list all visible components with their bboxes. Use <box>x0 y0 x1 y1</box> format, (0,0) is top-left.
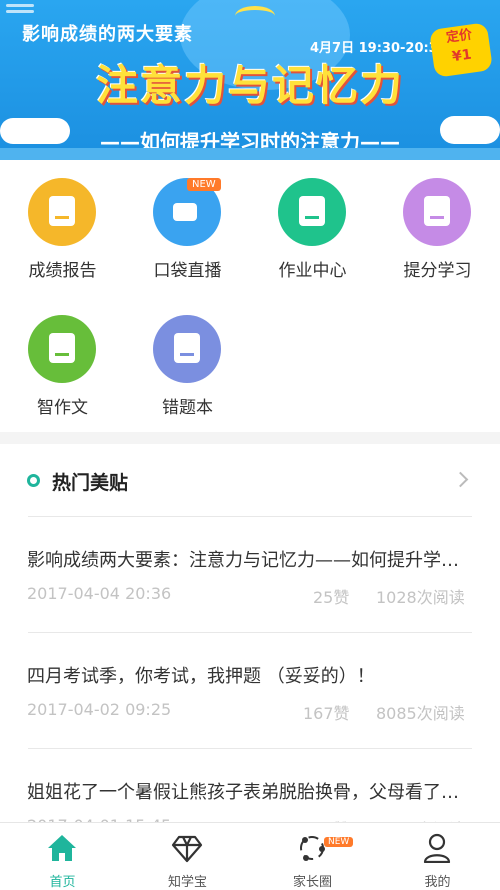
post-title: 四月考试季，你考试，我押题 （妥妥的）！ <box>27 666 375 687</box>
section-title: 热门美贴 <box>52 472 129 494</box>
grid-item-label: 口袋直播 <box>153 261 222 281</box>
section-dot-icon <box>27 474 40 487</box>
promo-banner[interactable]: 影响成绩的两大要素 4月7日 19:30-20:30 定价 ¥1 注意力与记忆力… <box>0 0 500 160</box>
chevron-right-icon[interactable] <box>452 471 469 488</box>
grid-item-label: 作业中心 <box>278 261 347 281</box>
tab-mine[interactable]: 我的 <box>375 823 500 890</box>
post-item[interactable]: 影响成绩两大要素：注意力与记忆力——如何提升学习时的注意力 2017-04-04… <box>0 516 500 632</box>
diamond-icon <box>171 835 203 863</box>
section-divider <box>0 432 500 444</box>
new-badge: NEW <box>324 837 354 847</box>
circle-dots-icon <box>300 836 325 861</box>
grid-item-live[interactable]: NEW 口袋直播 <box>125 160 250 290</box>
cloud-graphic <box>440 116 500 144</box>
post-title: 影响成绩两大要素：注意力与记忆力——如何提升学习时的注意力 <box>27 550 473 571</box>
tab-home[interactable]: 首页 <box>0 823 125 890</box>
grid-item-wrong-questions[interactable]: 错题本 <box>125 297 250 427</box>
post-reads: 8085次阅读 <box>376 704 465 723</box>
home-icon <box>48 835 76 861</box>
grid-item-study[interactable]: 提分学习 <box>375 160 500 290</box>
grid-item-label: 成绩报告 <box>28 261 97 281</box>
sun-graphic <box>235 6 275 26</box>
bottom-tab-bar: 首页 知学宝 NEW 家长圈 我的 <box>0 822 500 890</box>
post-likes: 25赞 <box>313 588 350 607</box>
post-date: 2017-04-04 20:36 <box>27 584 172 603</box>
grid-item-label: 错题本 <box>162 398 213 418</box>
grid-item-homework[interactable]: 作业中心 <box>250 160 375 290</box>
tab-label: 首页 <box>49 875 76 890</box>
post-title: 姐姐花了一个暑假让熊孩子表弟脱胎换骨，父母看了都惊呆了 <box>27 782 473 803</box>
study-icon <box>403 178 471 246</box>
tab-label: 我的 <box>424 875 451 890</box>
cloud-graphic <box>0 118 70 144</box>
banner-top-text: 影响成绩的两大要素 <box>22 24 193 45</box>
tab-label: 知学宝 <box>167 875 207 890</box>
composition-icon <box>28 315 96 383</box>
grid-item-composition[interactable]: 智作文 <box>0 297 125 427</box>
homework-icon <box>278 178 346 246</box>
banner-decoration <box>6 4 34 16</box>
hot-posts-header[interactable]: 热门美贴 <box>0 444 500 516</box>
post-likes: 167赞 <box>303 704 350 723</box>
banner-title: 注意力与记忆力 <box>95 61 404 110</box>
person-icon <box>423 833 451 863</box>
post-reads: 1028次阅读 <box>376 588 465 607</box>
post-item[interactable]: 四月考试季，你考试，我押题 （妥妥的）！ 2017-04-02 09:25 16… <box>0 632 500 748</box>
wrong-questions-icon <box>153 315 221 383</box>
feature-grid: 成绩报告 NEW 口袋直播 作业中心 提分学习 智作文 错题本 <box>0 160 500 432</box>
tab-parents-circle[interactable]: NEW 家长圈 <box>250 823 375 890</box>
banner-ground <box>0 148 500 160</box>
tab-knowledge[interactable]: 知学宝 <box>125 823 250 890</box>
grid-item-label: 智作文 <box>37 398 88 418</box>
new-badge: NEW <box>187 178 221 191</box>
post-date: 2017-04-02 09:25 <box>27 700 172 719</box>
tab-label: 家长圈 <box>292 875 332 890</box>
grid-item-label: 提分学习 <box>403 261 472 281</box>
report-icon <box>28 178 96 246</box>
grid-item-report[interactable]: 成绩报告 <box>0 160 125 290</box>
